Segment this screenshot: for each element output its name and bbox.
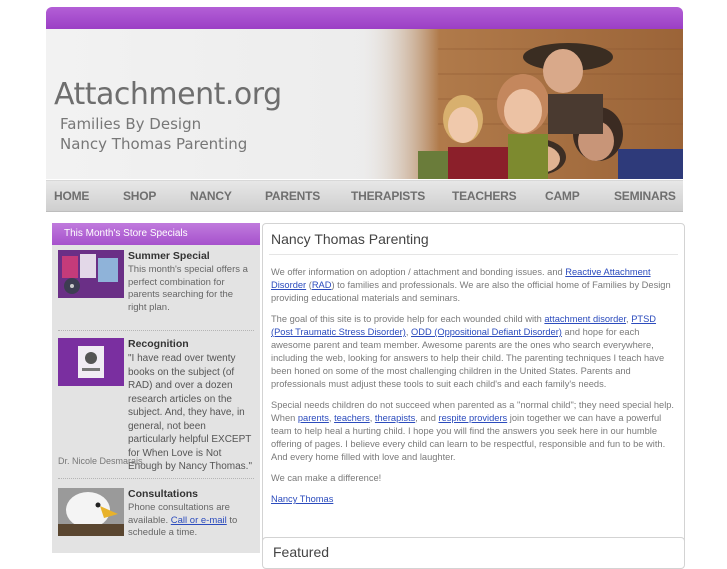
signature-paragraph: Nancy Thomas [271, 493, 677, 506]
special-title: Recognition [128, 338, 189, 350]
consult-text: Phone consultations are available. Call … [128, 502, 254, 540]
special-description: This month's special offers a perfect co… [128, 264, 248, 313]
summer-special-thumbnail[interactable] [58, 250, 124, 298]
nav-home[interactable]: HOME [54, 189, 89, 203]
top-accent-bar [46, 7, 683, 29]
goal-paragraph: The goal of this site is to provide help… [271, 313, 677, 391]
text: ) to families and professionals. We are … [271, 280, 671, 303]
header-banner: Attachment.org Families By Design Nancy … [46, 29, 683, 179]
quote-attribution: Dr. Nicole Desmarais [58, 456, 143, 466]
link-parents[interactable]: parents [298, 413, 329, 423]
title-divider [269, 254, 678, 255]
nav-nancy[interactable]: NANCY [190, 189, 232, 203]
featured-title: Featured [273, 544, 330, 560]
divider [58, 330, 254, 331]
special-needs-paragraph: Special needs children do not succeed wh… [271, 399, 677, 464]
special-text: This month's special offers a perfect co… [128, 264, 254, 314]
link-teachers[interactable]: teachers [334, 413, 370, 423]
call-email-link[interactable]: Call or e-mail [171, 515, 227, 526]
main-navigation: HOME SHOP NANCY PARENTS THERAPISTS TEACH… [46, 180, 683, 212]
nav-parents[interactable]: PARENTS [265, 189, 320, 203]
text: We offer information on adoption / attac… [271, 267, 566, 277]
nancy-thomas-link[interactable]: Nancy Thomas [271, 494, 333, 504]
link-rad[interactable]: RAD [312, 280, 332, 290]
text: , and [415, 413, 439, 423]
nav-therapists[interactable]: THERAPISTS [351, 189, 425, 203]
sidebar-heading: This Month's Store Specials [52, 223, 260, 245]
main-content-panel: Nancy Thomas Parenting We offer informat… [262, 223, 685, 550]
nav-seminars[interactable]: SEMINARS [614, 189, 676, 203]
link-respite-providers[interactable]: respite providers [438, 413, 507, 423]
nav-shop[interactable]: SHOP [123, 189, 156, 203]
nav-camp[interactable]: CAMP [545, 189, 580, 203]
store-specials-sidebar: This Month's Store Specials Summer Speci… [52, 223, 260, 553]
logo-subtitle-nancy: Nancy Thomas Parenting [60, 135, 248, 153]
special-title: Consultations [128, 488, 198, 500]
link-therapists[interactable]: therapists [375, 413, 415, 423]
page-wrapper: Attachment.org Families By Design Nancy … [46, 7, 685, 569]
link-attachment-disorder[interactable]: attachment disorder [544, 314, 626, 324]
page-title: Nancy Thomas Parenting [271, 231, 429, 247]
intro-paragraph: We offer information on adoption / attac… [271, 266, 677, 305]
featured-panel: Featured [262, 537, 685, 569]
nav-teachers[interactable]: TEACHERS [452, 189, 517, 203]
eagle-thumbnail[interactable] [58, 488, 124, 536]
special-title: Summer Special [128, 250, 210, 262]
divider [58, 478, 254, 479]
logo-subtitle-families: Families By Design [60, 115, 202, 133]
link-odd[interactable]: ODD (Oppositional Defiant Disorder) [411, 327, 562, 337]
text: The goal of this site is to provide help… [271, 314, 545, 324]
site-logo-title[interactable]: Attachment.org [54, 77, 282, 112]
closing-line: We can make a difference! [271, 473, 382, 483]
family-photo [358, 29, 683, 179]
